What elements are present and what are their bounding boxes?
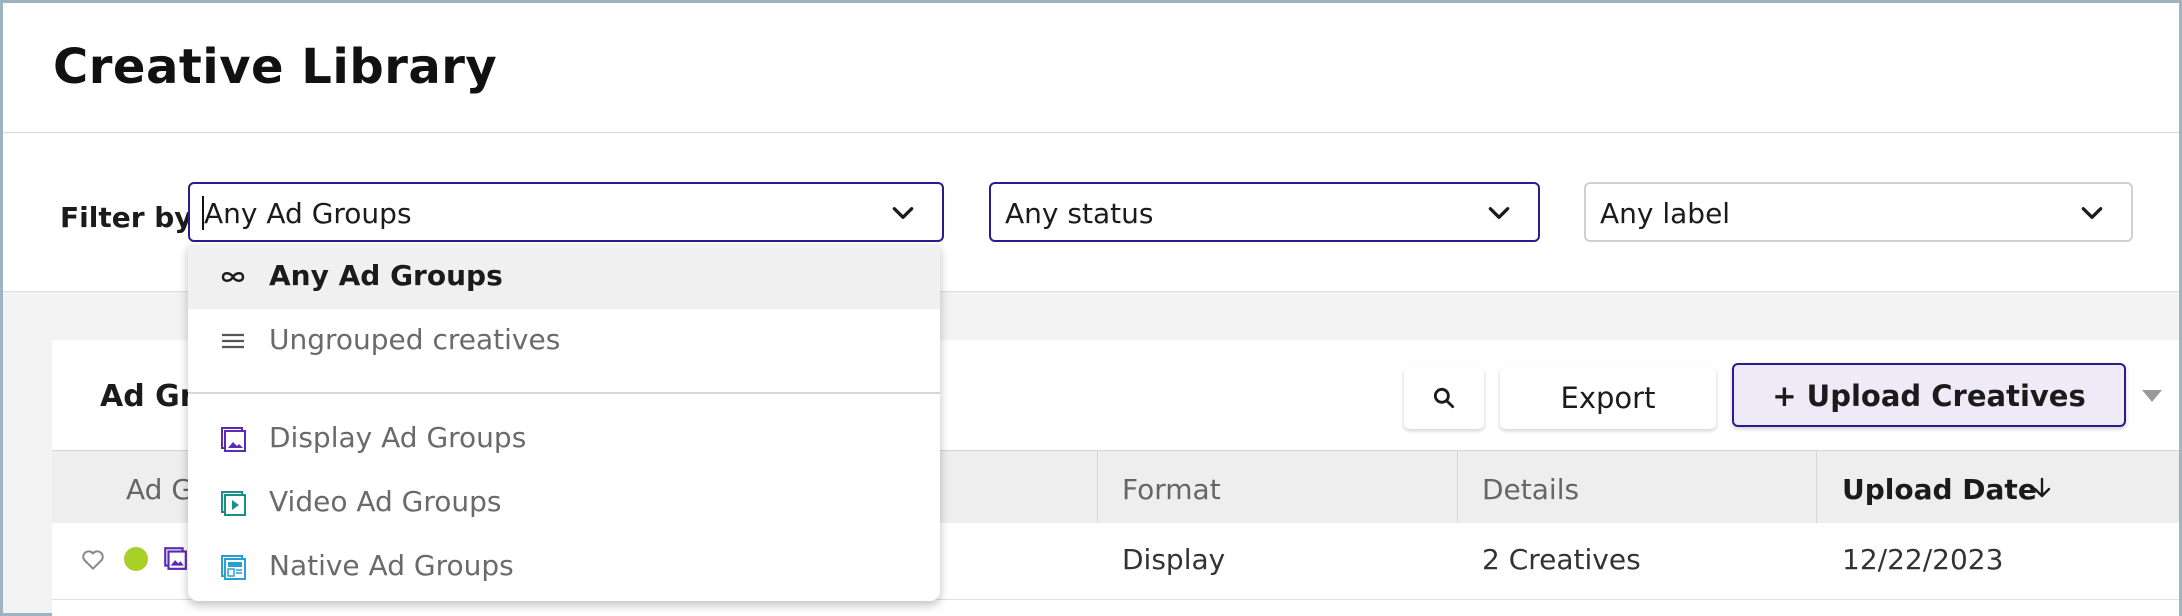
more-options-caret[interactable] <box>2142 390 2162 402</box>
page-title: Creative Library <box>53 39 498 95</box>
status-select-value: Any status <box>1005 197 1154 230</box>
dropdown-item-label: Native Ad Groups <box>269 549 514 582</box>
dropdown-item-label: Display Ad Groups <box>269 421 527 454</box>
search-button[interactable] <box>1404 367 1484 429</box>
image-icon <box>164 547 187 570</box>
dropdown-item-label: Any Ad Groups <box>269 259 503 292</box>
chevron-down-icon <box>892 207 914 219</box>
search-icon <box>1433 387 1455 409</box>
column-details[interactable]: Details <box>1482 473 1579 506</box>
native-icon <box>221 555 246 580</box>
title-bar: Creative Library <box>3 3 2179 134</box>
label-select[interactable]: Any label <box>1584 182 2133 242</box>
label-select-value: Any label <box>1600 197 1731 230</box>
ad-groups-select[interactable]: Any Ad Groups <box>188 182 944 242</box>
sort-descending-icon[interactable] <box>2030 475 2054 501</box>
infinity-icon <box>221 272 245 282</box>
image-icon <box>221 427 246 452</box>
dropdown-item-label: Ungrouped creatives <box>269 323 561 356</box>
chevron-down-icon <box>1488 207 1510 219</box>
video-icon <box>221 491 246 516</box>
heart-icon[interactable] <box>80 547 106 573</box>
upload-creatives-button[interactable]: + Upload Creatives <box>1732 363 2126 427</box>
column-ad-group[interactable]: Ad G <box>126 473 193 506</box>
list-icon <box>222 333 244 349</box>
row-details: 2 Creatives <box>1482 543 1641 576</box>
dropdown-item-label: Video Ad Groups <box>269 485 502 518</box>
dropdown-item-ungrouped-creatives[interactable]: Ungrouped creatives <box>188 309 940 373</box>
dropdown-item-video-ad-groups[interactable]: Video Ad Groups <box>188 471 940 535</box>
export-button[interactable]: Export <box>1500 367 1716 429</box>
ad-groups-dropdown-menu: Any Ad Groups Ungrouped creatives Displa… <box>188 245 940 601</box>
column-format[interactable]: Format <box>1122 473 1221 506</box>
card-title: Ad Gr <box>100 379 195 414</box>
dropdown-item-native-ad-groups[interactable]: Native Ad Groups <box>188 535 940 599</box>
dropdown-divider <box>188 392 940 394</box>
status-select[interactable]: Any status <box>989 182 1540 242</box>
ad-groups-select-value: Any Ad Groups <box>204 197 412 230</box>
dropdown-item-any-ad-groups[interactable]: Any Ad Groups <box>188 245 940 309</box>
row-upload-date: 12/22/2023 <box>1842 543 2004 576</box>
chevron-down-icon <box>2081 207 2103 219</box>
row-format: Display <box>1122 543 1226 576</box>
dropdown-item-display-ad-groups[interactable]: Display Ad Groups <box>188 407 940 471</box>
filter-label: Filter by: <box>60 201 204 234</box>
column-upload-date[interactable]: Upload Date <box>1842 473 2037 506</box>
status-dot <box>124 547 148 571</box>
